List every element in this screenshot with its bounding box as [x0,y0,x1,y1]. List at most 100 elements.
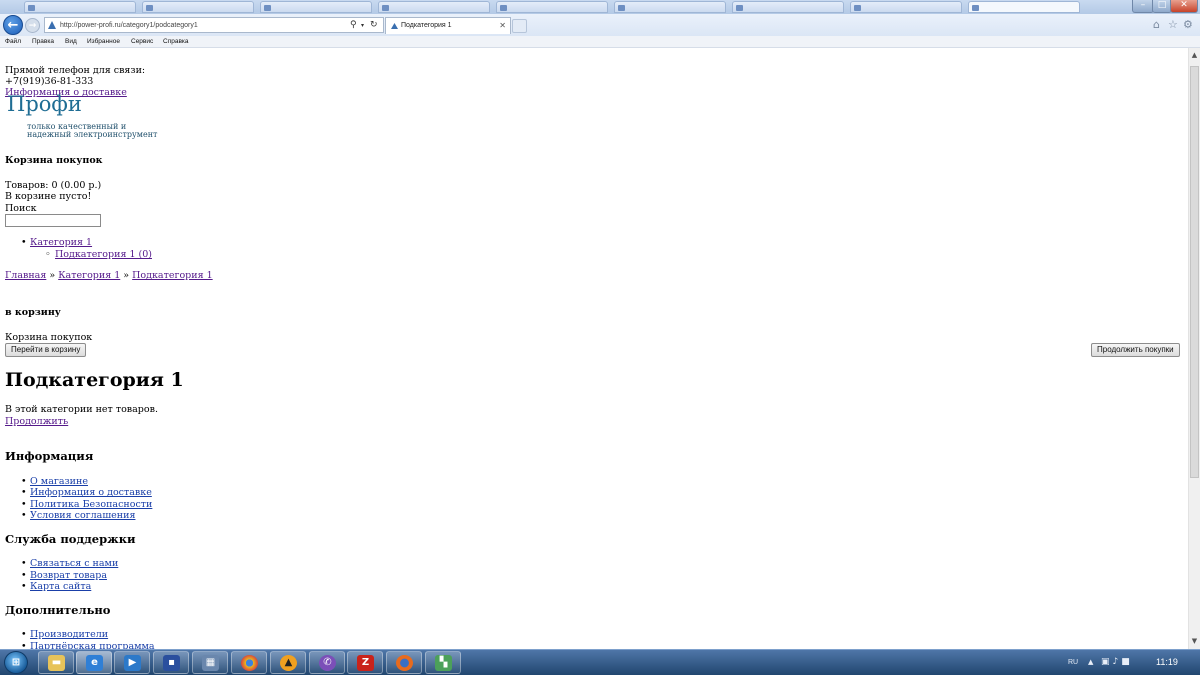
tab-favicon-icon [500,5,507,11]
background-tab[interactable] [614,1,726,13]
menu-help[interactable]: Справка [163,36,189,47]
site-logo[interactable]: Профи [7,94,82,114]
menu-bar: Файл Правка Вид Избранное Сервис Справка [0,36,1200,48]
window-maximize-button[interactable]: □ [1152,0,1172,13]
footer-extra-title: Дополнительно [5,603,111,617]
address-url[interactable]: http://power-profi.ru/category1/podcateg… [60,18,198,33]
forward-arrow-icon[interactable]: → [25,18,40,33]
no-products-text: В этой категории нет товаров. [5,404,158,415]
network-icon[interactable]: ▣ [1101,657,1113,667]
menu-view[interactable]: Вид [65,36,77,47]
tray-icons[interactable]: ▣♪■ [1101,650,1133,675]
dropdown-arrow-icon[interactable]: ▾ [361,19,364,33]
footer-info-title: Информация [5,449,94,463]
address-bar[interactable]: http://power-profi.ru/category1/podcateg… [44,17,384,33]
active-tab-title: Подкатегория 1 [401,22,452,29]
footer-support-title: Служба поддержки [5,532,136,546]
background-tab[interactable] [732,1,844,13]
scroll-down-arrow-icon[interactable]: ▼ [1189,637,1200,645]
menu-tools[interactable]: Сервис [131,36,153,47]
menu-file[interactable]: Файл [5,36,21,47]
media-player-icon: ▶ [124,655,141,671]
go-to-cart-button[interactable]: Перейти в корзину [5,343,87,357]
tab-favicon-icon [854,5,861,11]
footer-link-sitemap[interactable]: Карта сайта [21,581,91,593]
sidebar-item-subcategory-1[interactable]: Подкатегория 1 (0) [45,249,152,261]
background-tab[interactable] [496,1,608,13]
windows-start-icon[interactable]: ⊞ [4,651,28,674]
menu-favorites[interactable]: Избранное [87,36,120,47]
scrollbar-thumb[interactable] [1190,66,1199,478]
menu-edit[interactable]: Правка [32,36,54,47]
taskbar-filezilla[interactable]: Z [347,651,383,674]
window-close-button[interactable]: ✕ [1170,0,1198,13]
star-icon[interactable]: ☆ [1168,17,1178,33]
search-input[interactable] [5,214,101,227]
active-tab[interactable]: Подкатегория 1 ✕ [385,17,511,34]
new-tab-button[interactable] [512,19,527,33]
background-tab[interactable] [968,1,1080,13]
app-tray-icon[interactable]: ■ [1121,657,1133,667]
internet-explorer-icon: e [86,655,103,671]
footer-link-affiliate[interactable]: Партнёрская программа [21,641,155,649]
browser-nav-bar: ← → http://power-profi.ru/category1/podc… [0,14,1200,36]
background-tab[interactable] [24,1,136,13]
continue-link[interactable]: Продолжить [5,416,68,428]
cart-popup-label: Корзина покупок [5,332,93,343]
page-title: Подкатегория 1 [5,369,184,391]
breadcrumb-current[interactable]: Подкатегория 1 [132,270,213,281]
site-favicon-icon [48,21,56,29]
taskbar-viber[interactable]: ✆ [309,651,345,674]
taskbar-internet-explorer[interactable]: e [76,651,112,674]
window-minimize-button[interactable]: – [1132,0,1154,13]
tab-favicon-icon [28,5,35,11]
tab-favicon-icon [736,5,743,11]
tab-favicon-icon [972,5,979,11]
volume-icon[interactable]: ♪ [1113,657,1122,667]
scroll-up-arrow-icon[interactable]: ▲ [1189,51,1200,59]
chrome-icon [241,655,258,671]
language-indicator[interactable]: RU [1068,650,1078,675]
breadcrumb-separator: » [123,270,130,281]
tab-favicon-icon [264,5,271,11]
tab-favicon-icon [618,5,625,11]
home-icon[interactable]: ⌂ [1153,17,1160,33]
tray-expand-icon[interactable]: ▲ [1088,650,1093,675]
taskbar-clock[interactable]: 11:19 [1156,650,1178,675]
footer-link-delivery[interactable]: Информация о доставке [21,487,152,499]
refresh-icon[interactable]: ↻ [370,19,378,32]
background-tab[interactable] [850,1,962,13]
background-tab[interactable] [378,1,490,13]
footer-link-about[interactable]: О магазине [21,476,88,488]
vertical-scrollbar[interactable]: ▲ ▼ [1188,48,1200,649]
tab-close-icon[interactable]: ✕ [499,18,506,34]
add-to-cart-title: в корзину [5,307,61,318]
browser-tab-strip: – □ ✕ [0,0,1200,14]
sidebar-item-category-1[interactable]: Категория 1 [21,237,92,249]
footer-link-privacy[interactable]: Политика Безопасности [21,499,152,511]
footer-link-manufacturers[interactable]: Производители [21,629,108,641]
taskbar-chrome[interactable] [231,651,267,674]
footer-link-returns[interactable]: Возврат товара [21,570,107,582]
taskbar-calculator[interactable]: ▦ [192,651,228,674]
search-icon[interactable]: ⚲ [350,19,357,32]
taskbar-network-app[interactable]: ▚ [425,651,461,674]
continue-shopping-button[interactable]: Продолжить покупки [1091,343,1180,357]
filezilla-icon: Z [357,655,374,671]
phone-number: +7(919)36-81-333 [5,76,94,87]
breadcrumb-category[interactable]: Категория 1 [58,270,120,281]
taskbar-explorer[interactable]: ▬ [38,651,74,674]
footer-link-contact[interactable]: Связаться с нами [21,558,118,570]
taskbar-save-app[interactable]: ▪ [153,651,189,674]
back-arrow-icon[interactable]: ← [3,15,23,35]
footer-link-terms[interactable]: Условия соглашения [21,510,136,522]
taskbar-firefox[interactable] [386,651,422,674]
aimp-icon: ▲ [280,655,297,671]
breadcrumb-home[interactable]: Главная [5,270,46,281]
taskbar-aimp[interactable]: ▲ [270,651,306,674]
page-content: Прямой телефон для связи: +7(919)36-81-3… [0,48,1188,649]
background-tab[interactable] [142,1,254,13]
gear-icon[interactable]: ⚙ [1183,17,1193,33]
background-tab[interactable] [260,1,372,13]
taskbar-media-player[interactable]: ▶ [114,651,150,674]
